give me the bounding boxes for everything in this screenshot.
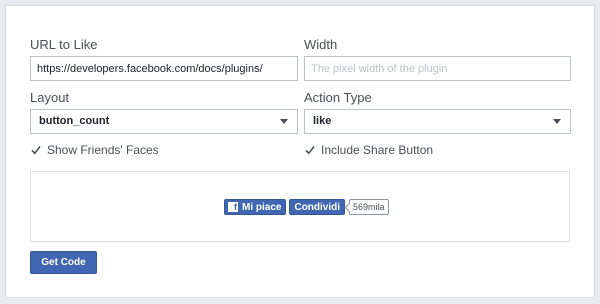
like-button[interactable]: f Mi piace	[224, 199, 287, 215]
show-faces-label: Show Friends' Faces	[47, 143, 159, 157]
get-code-button[interactable]: Get Code	[30, 251, 97, 274]
like-count-bubble: 569mila	[344, 199, 389, 215]
width-input[interactable]	[304, 56, 571, 81]
action-type-select[interactable]: like	[304, 109, 571, 134]
layout-label: Layout	[30, 90, 70, 105]
layout-select[interactable]: button_count	[30, 109, 298, 134]
checkmark-icon	[305, 145, 315, 155]
share-button[interactable]: Condividi	[289, 199, 346, 215]
chevron-down-icon	[553, 119, 561, 124]
action-type-select-value: like	[313, 115, 332, 127]
like-button-label: Mi piace	[242, 201, 282, 213]
include-share-label: Include Share Button	[321, 143, 434, 157]
chevron-down-icon	[280, 119, 288, 124]
layout-select-value: button_count	[39, 115, 110, 127]
width-label: Width	[304, 37, 338, 52]
facebook-logo-icon: f	[228, 202, 238, 212]
action-type-label: Action Type	[304, 90, 372, 105]
checkmark-icon	[31, 145, 41, 155]
like-plugin: f Mi piace Condividi 569mila	[224, 199, 389, 215]
show-faces-checkbox[interactable]: Show Friends' Faces	[31, 143, 159, 157]
url-label: URL to Like	[30, 37, 98, 52]
plugin-preview: f Mi piace Condividi 569mila	[30, 171, 570, 242]
url-input[interactable]	[30, 56, 298, 81]
include-share-checkbox[interactable]: Include Share Button	[305, 143, 433, 157]
like-button-configurator: URL to Like Width Layout button_count Ac…	[5, 5, 595, 298]
share-button-label: Condividi	[294, 201, 341, 213]
like-count: 569mila	[353, 202, 385, 212]
